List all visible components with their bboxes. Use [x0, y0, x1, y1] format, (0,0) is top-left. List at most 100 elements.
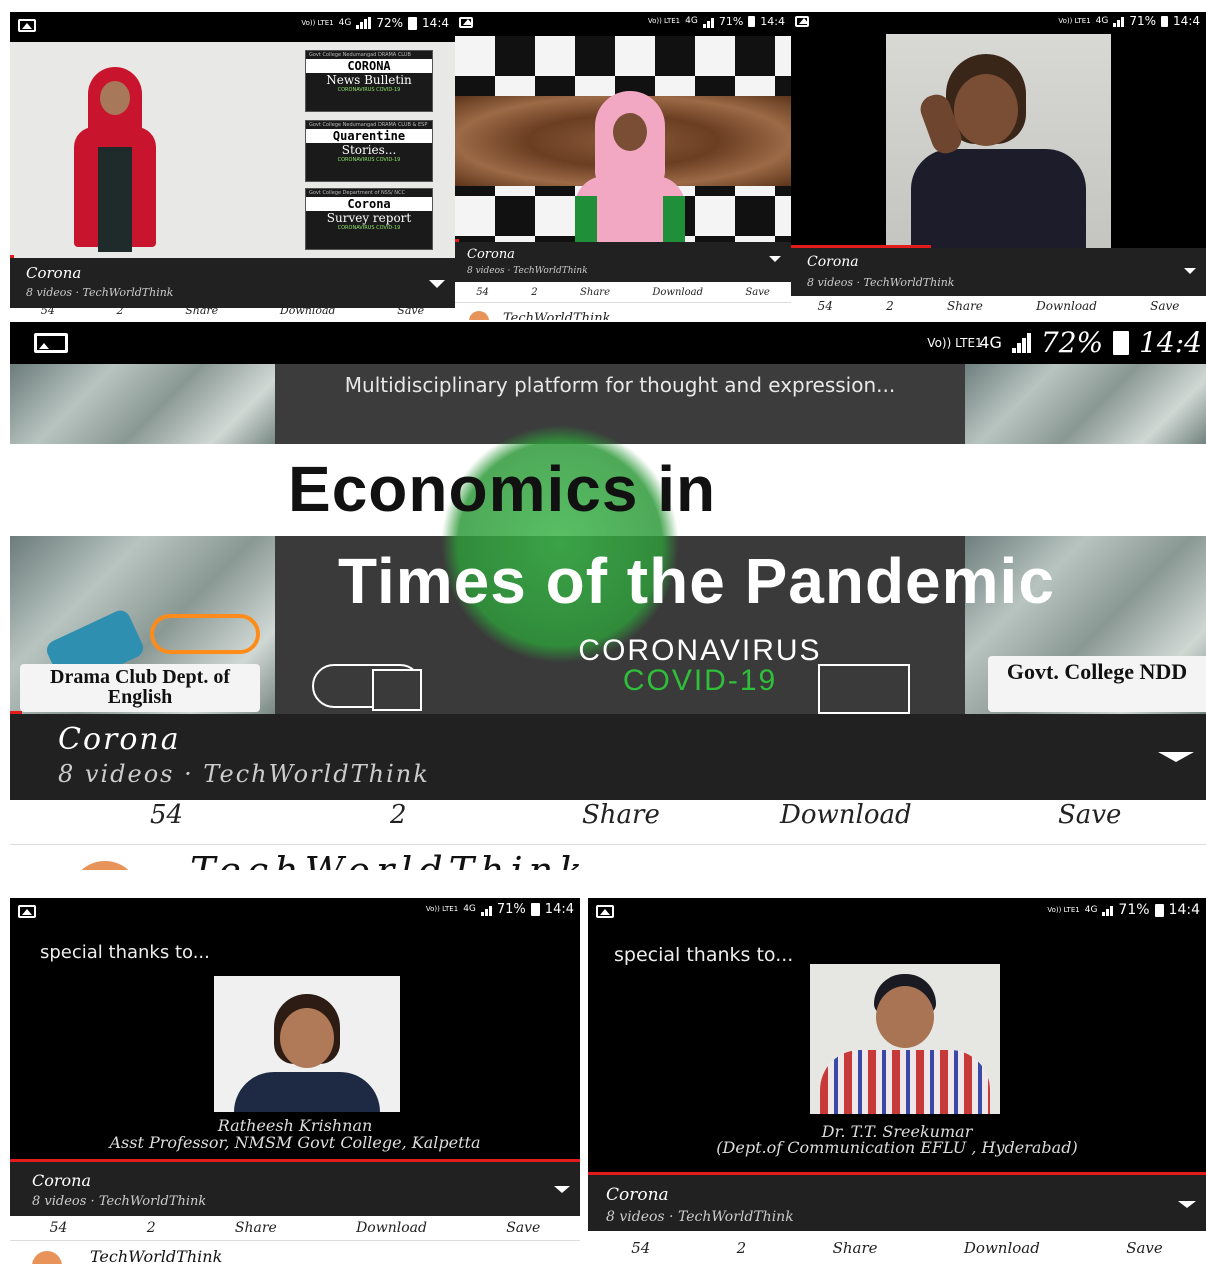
dislike-count[interactable]: 2 [390, 800, 407, 830]
person-role: (Dept.of Communication EFLU , Hyderabad) [716, 1138, 1078, 1157]
network-indicator: 4G [1095, 15, 1109, 26]
share-button[interactable]: Share [235, 1220, 277, 1236]
save-button[interactable]: Save [1058, 800, 1121, 830]
dislike-count[interactable]: 2 [886, 299, 894, 313]
channel-avatar[interactable] [32, 1251, 62, 1264]
save-button[interactable]: Save [745, 287, 769, 298]
playlist-subtitle: 8 videos · TechWorldThink [606, 1209, 794, 1225]
card-small-label: Govt College Nedumangad DRAMA CLUB [309, 52, 411, 58]
person-role: Asst Professor, NMSM Govt College, Kalpe… [109, 1133, 481, 1152]
playlist-title: Corona [467, 247, 515, 262]
signal-icon [702, 16, 714, 28]
like-count[interactable]: 54 [150, 800, 183, 830]
volte-indicator: Vo)) LTE1 [927, 335, 983, 350]
download-button[interactable]: Download [356, 1220, 427, 1236]
download-button[interactable]: Download [652, 287, 703, 298]
download-button[interactable]: Download [780, 800, 912, 830]
like-count[interactable]: 54 [818, 299, 833, 313]
clock: 14:4 [760, 15, 785, 28]
card-body: Stories... [341, 143, 397, 157]
clock: 14:4 [1139, 326, 1202, 359]
playlist-title: Corona [807, 254, 859, 270]
video-player[interactable]: Multidisciplinary platform for thought a… [10, 364, 1206, 714]
share-button[interactable]: Share [833, 1239, 878, 1257]
card-heading: CORONA [306, 59, 432, 73]
playlist-bar: Corona 8 videos · TechWorldThink [10, 714, 1206, 800]
channel-avatar[interactable] [469, 311, 489, 320]
screenshot-panel-2: Vo)) LTE1 4G 71% 14:4 Corona 8 videos · … [455, 12, 791, 320]
battery-percent: 71% [718, 15, 744, 28]
portrait-photo [810, 964, 1000, 1114]
volte-indicator: Vo)) LTE1 [301, 18, 334, 27]
thanks-label: special thanks to... [614, 944, 794, 966]
save-button[interactable]: Save [1150, 299, 1179, 313]
image-notification-icon [596, 905, 614, 918]
video-frame [886, 34, 1111, 248]
like-count[interactable]: 54 [631, 1239, 650, 1257]
like-count[interactable]: 54 [50, 1220, 68, 1236]
expand-chevron-icon[interactable] [1178, 1201, 1196, 1208]
volte-indicator: Vo)) LTE1 [1058, 16, 1091, 25]
network-indicator: 4G [463, 904, 476, 914]
status-bar: Vo)) LTE1 4G 72% 14:4 [10, 322, 1206, 364]
dislike-count[interactable]: 2 [117, 308, 124, 317]
battery-icon [1113, 330, 1130, 355]
save-button[interactable]: Save [397, 308, 424, 317]
screenshot-panel-5: Vo)) LTE1 4G 71% 14:4 special thanks to.… [10, 898, 580, 1264]
card-body: Survey report [326, 211, 412, 225]
dislike-count[interactable]: 2 [531, 287, 537, 298]
download-button[interactable]: Download [280, 308, 336, 317]
expand-chevron-icon[interactable] [429, 280, 445, 288]
share-button[interactable]: Share [580, 287, 610, 298]
save-button[interactable]: Save [1126, 1239, 1163, 1257]
tagline: Multidisciplinary platform for thought a… [344, 373, 896, 397]
channel-name[interactable]: TechWorldThink [90, 1247, 222, 1264]
video-player[interactable]: Govt College Nedumangad DRAMA CLUB CORONA… [10, 42, 455, 258]
video-player[interactable] [791, 34, 1206, 248]
action-row: 54 2 Share Download Save [791, 296, 1206, 316]
image-notification-icon [18, 905, 36, 918]
share-button[interactable]: Share [947, 299, 983, 313]
signal-icon [480, 904, 492, 916]
expand-chevron-icon[interactable] [769, 256, 781, 262]
playlist-subtitle: 8 videos · TechWorldThink [58, 760, 430, 788]
document-icon [372, 669, 422, 711]
download-button[interactable]: Download [964, 1239, 1040, 1257]
video-player[interactable] [455, 36, 791, 242]
thanks-label: special thanks to... [40, 942, 210, 963]
screenshot-panel-3: Vo)) LTE1 4G 71% 14:4 Corona 8 videos · … [791, 12, 1206, 320]
card-footer: CORONAVIRUS COVID-19 [337, 87, 401, 93]
status-bar: Vo)) LTE1 4G 71% 14:4 [791, 12, 1206, 34]
status-bar: Vo)) LTE1 4G 71% 14:4 [10, 898, 580, 926]
expand-chevron-icon[interactable] [554, 1186, 570, 1193]
channel-name[interactable]: TechWorldThink [190, 849, 588, 870]
status-bar: Vo)) LTE1 4G 71% 14:4 [455, 12, 791, 36]
channel-row: TechWorldThink [10, 844, 1206, 870]
share-button[interactable]: Share [185, 308, 218, 317]
clock: 14:4 [422, 16, 449, 30]
dislike-count[interactable]: 2 [737, 1239, 747, 1257]
left-badge: Drama Club Dept. of English [20, 664, 260, 712]
dislike-count[interactable]: 2 [147, 1220, 156, 1236]
save-button[interactable]: Save [506, 1220, 540, 1236]
channel-avatar[interactable] [70, 861, 140, 870]
like-count[interactable]: 54 [41, 308, 55, 317]
card-heading: Corona [306, 197, 432, 211]
expand-chevron-icon[interactable] [1158, 752, 1194, 762]
video-player[interactable]: special thanks to... Ratheesh Krishnan A… [10, 926, 580, 1160]
card-small-label: Govt College Department of NSS/ NCC [309, 190, 406, 196]
image-notification-icon [18, 19, 36, 32]
playlist-title: Corona [32, 1171, 91, 1190]
screenshot-panel-6: Vo)) LTE1 4G 71% 14:4 special thanks to.… [588, 898, 1206, 1264]
expand-chevron-icon[interactable] [1184, 268, 1196, 274]
playlist-subtitle: 8 videos · TechWorldThink [32, 1194, 207, 1209]
presenter-figure [575, 91, 685, 242]
share-button[interactable]: Share [582, 800, 660, 830]
video-player[interactable]: special thanks to... Dr. T.T. Sreekumar … [588, 926, 1206, 1172]
like-count[interactable]: 54 [476, 287, 489, 298]
action-row: 54 2 Share Download Save [10, 800, 1206, 834]
battery-icon [748, 16, 756, 27]
channel-name[interactable]: TechWorldThink [503, 311, 610, 320]
download-button[interactable]: Download [1036, 299, 1097, 313]
battery-icon [1154, 903, 1164, 917]
